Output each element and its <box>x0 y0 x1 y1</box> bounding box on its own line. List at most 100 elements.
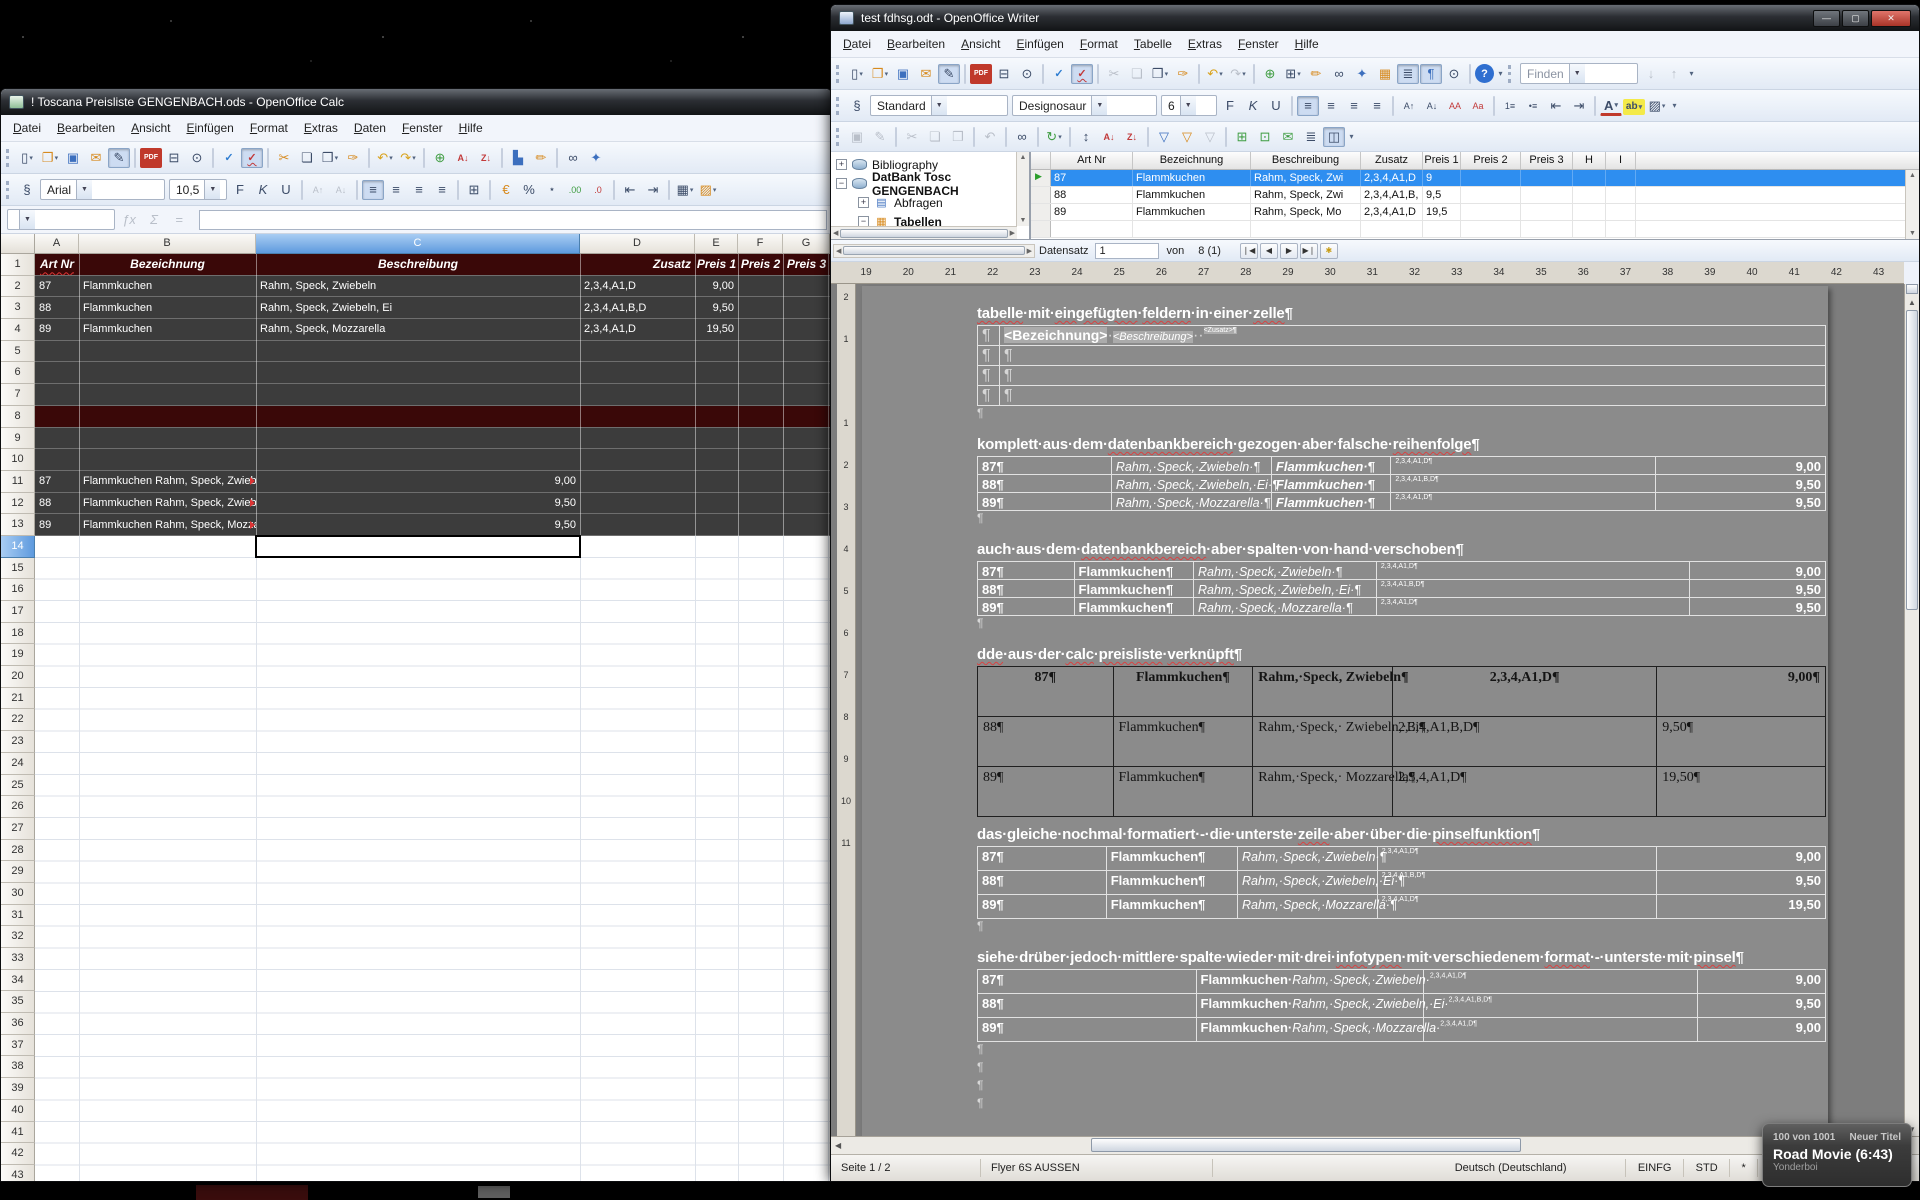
edit-file-icon[interactable]: ✎ <box>938 64 960 84</box>
column-header[interactable]: C <box>256 234 580 254</box>
row-header[interactable]: 3 <box>1 297 35 319</box>
writer-titlebar[interactable]: test fdhsg.odt - OpenOffice Writer — ▢ ✕ <box>831 5 1919 31</box>
toolbar-overflow-icon[interactable]: ▾ <box>1495 64 1506 84</box>
uppercase-icon[interactable]: AA <box>1444 96 1466 116</box>
doc-table-cell[interactable]: Rahm,·Speck,·Mozzarella·¶ <box>1238 895 1378 918</box>
row-header[interactable]: 12 <box>1 493 35 515</box>
toolbar-handle[interactable] <box>836 128 841 146</box>
column-header[interactable]: D <box>580 234 695 254</box>
calc-window[interactable]: ! Toscana Preisliste GENGENBACH.ods - Op… <box>0 88 832 1182</box>
copy-icon[interactable]: ❏ <box>296 148 318 168</box>
copy-icon[interactable]: ❏ <box>1126 64 1148 84</box>
row-header[interactable]: 4 <box>1 319 35 341</box>
undo-icon[interactable]: ↶ <box>979 127 1001 147</box>
email-icon[interactable]: ✉ <box>915 64 937 84</box>
page-preview-icon[interactable]: ⊙ <box>186 148 208 168</box>
font-name-combo[interactable]: Arial ▼ <box>40 179 165 200</box>
grid-cell[interactable] <box>1606 204 1636 220</box>
doc-table-cell[interactable] <box>1424 970 1698 993</box>
open-icon[interactable]: ❐ <box>869 64 891 84</box>
grid-cell[interactable]: 9 <box>1423 170 1461 186</box>
menu-item[interactable]: Ansicht <box>953 33 1008 55</box>
zoom-icon[interactable]: ⊙ <box>1443 64 1465 84</box>
sheet-cell[interactable]: Preis 3 <box>783 254 830 275</box>
doc-table-cell[interactable]: ¶ <box>1000 386 1825 405</box>
refresh-icon[interactable]: ↻ <box>1043 127 1065 147</box>
row-header[interactable]: 22 <box>1 709 35 731</box>
font-size-combo[interactable]: 10,5 ▼ <box>169 179 227 200</box>
doc-table-cell[interactable]: 9,50¶ <box>1657 717 1825 766</box>
sheet-cell[interactable]: Flammkuchen <box>79 276 256 297</box>
sheet-cell[interactable]: 89 <box>35 319 79 340</box>
first-record-icon[interactable]: ❘◀ <box>1240 243 1258 259</box>
cut-icon[interactable]: ✂ <box>273 148 295 168</box>
sheet-cell[interactable]: Preis 1 <box>695 254 738 275</box>
toolbar-handle[interactable] <box>1508 65 1513 83</box>
cell-grid[interactable]: Art NrBezeichnungBeschreibungZusatzPreis… <box>35 254 831 1181</box>
grid-column-header[interactable]: Zusatz <box>1361 152 1423 169</box>
grid-cell[interactable]: 2,3,4,A1,D <box>1361 204 1423 220</box>
grid-cell[interactable]: 89 <box>1051 204 1133 220</box>
row-header[interactable]: 43 <box>1 1165 35 1181</box>
bold-icon[interactable]: F <box>1219 96 1241 116</box>
column-header[interactable]: G <box>783 234 830 254</box>
formatting-marks-icon[interactable]: ¶ <box>1420 64 1442 84</box>
doc-table-cell[interactable]: 89¶ <box>978 598 1075 615</box>
doc-table-cell[interactable]: Flammkuchen·Rahm,·Speck,·Zwiebeln·2,3,4,… <box>1197 970 1425 993</box>
chevron-down-icon[interactable]: ▼ <box>1569 64 1585 83</box>
italic-icon[interactable]: K <box>252 180 274 200</box>
calc-titlebar[interactable]: ! Toscana Preisliste GENGENBACH.ods - Op… <box>1 89 831 115</box>
minimize-button[interactable]: — <box>1813 10 1840 27</box>
toolbar-icon[interactable] <box>1097 64 1099 84</box>
row-header[interactable]: 30 <box>1 883 35 905</box>
hyperlink-icon[interactable]: ⊕ <box>429 148 451 168</box>
row-selector[interactable] <box>1031 221 1051 237</box>
toolbar-icon[interactable] <box>301 180 303 200</box>
align-justified-icon[interactable]: ≡ <box>1366 96 1388 116</box>
statusbar-segment[interactable]: EINFG <box>1626 1159 1684 1177</box>
row-header[interactable]: 6 <box>1 362 35 384</box>
row-header[interactable]: 10 <box>1 449 35 471</box>
row-header[interactable]: 1 <box>1 254 35 276</box>
doc-table-cell[interactable]: 9,00 <box>1698 1018 1825 1041</box>
empty-paragraph[interactable]: ¶ <box>977 511 1826 532</box>
doc-table-cell[interactable]: 9,50 <box>1656 475 1825 492</box>
doc-table-cell[interactable]: Flammkuchen¶ <box>1107 847 1238 870</box>
copy-icon[interactable]: ❏ <box>924 127 946 147</box>
row-header[interactable]: 11 <box>1 471 35 493</box>
maximize-button[interactable]: ▢ <box>1842 10 1869 27</box>
row-header[interactable]: 8 <box>1 406 35 428</box>
navigator-icon[interactable]: ✦ <box>585 148 607 168</box>
grow-font-icon[interactable]: A↑ <box>1398 96 1420 116</box>
vertical-ruler[interactable]: 211234567891011 <box>837 284 856 1136</box>
row-header[interactable]: 13 <box>1 514 35 536</box>
doc-table-cell[interactable]: Flammkuchen¶ <box>1075 580 1194 597</box>
sheet-cell[interactable]: Flammkuchen <box>79 319 256 340</box>
column-header[interactable]: A <box>35 234 79 254</box>
doc-table-cell[interactable]: Rahm,·Speck,·Zwiebeln·¶ <box>1194 562 1377 579</box>
toolbar-icon[interactable] <box>501 148 503 168</box>
doc-table-cell[interactable]: 9,00¶ <box>1657 667 1825 716</box>
statusbar-segment[interactable]: * <box>1730 1159 1758 1177</box>
save-record-icon[interactable]: ▣ <box>846 127 868 147</box>
grid-cell[interactable] <box>1573 170 1606 186</box>
row-header[interactable]: 16 <box>1 579 35 601</box>
shrink-font-icon[interactable]: A↓ <box>330 180 352 200</box>
toolbar-overflow-icon[interactable]: ▾ <box>1669 96 1680 116</box>
paste-icon[interactable]: ❒ <box>1149 64 1171 84</box>
background-color-icon[interactable]: ▨ <box>697 180 719 200</box>
sheet-cell[interactable]: 9,00 <box>695 276 738 297</box>
cell-cursor[interactable] <box>255 535 581 558</box>
sort-ascending-icon[interactable]: A↓ <box>1098 127 1120 147</box>
row-header[interactable]: 15 <box>1 558 35 580</box>
toolbar-icon[interactable] <box>1069 127 1071 147</box>
doc-table-cell[interactable]: Flammkuchen¶ <box>1075 598 1194 615</box>
doc-table-cell[interactable]: <Bezeichnung>·<Beschreibung>··<Zusatz>¶ <box>1000 326 1825 345</box>
menu-item[interactable]: Daten <box>346 117 394 139</box>
doc-table-cell[interactable]: ¶ <box>978 366 1000 385</box>
doc-table-cell[interactable]: 19,50 <box>1657 895 1825 918</box>
doc-table-cell[interactable] <box>1424 994 1698 1017</box>
menu-item[interactable]: Datei <box>5 117 49 139</box>
row-header[interactable]: 19 <box>1 644 35 666</box>
doc-table-cell[interactable]: Flammkuchen·¶ <box>1272 475 1391 492</box>
